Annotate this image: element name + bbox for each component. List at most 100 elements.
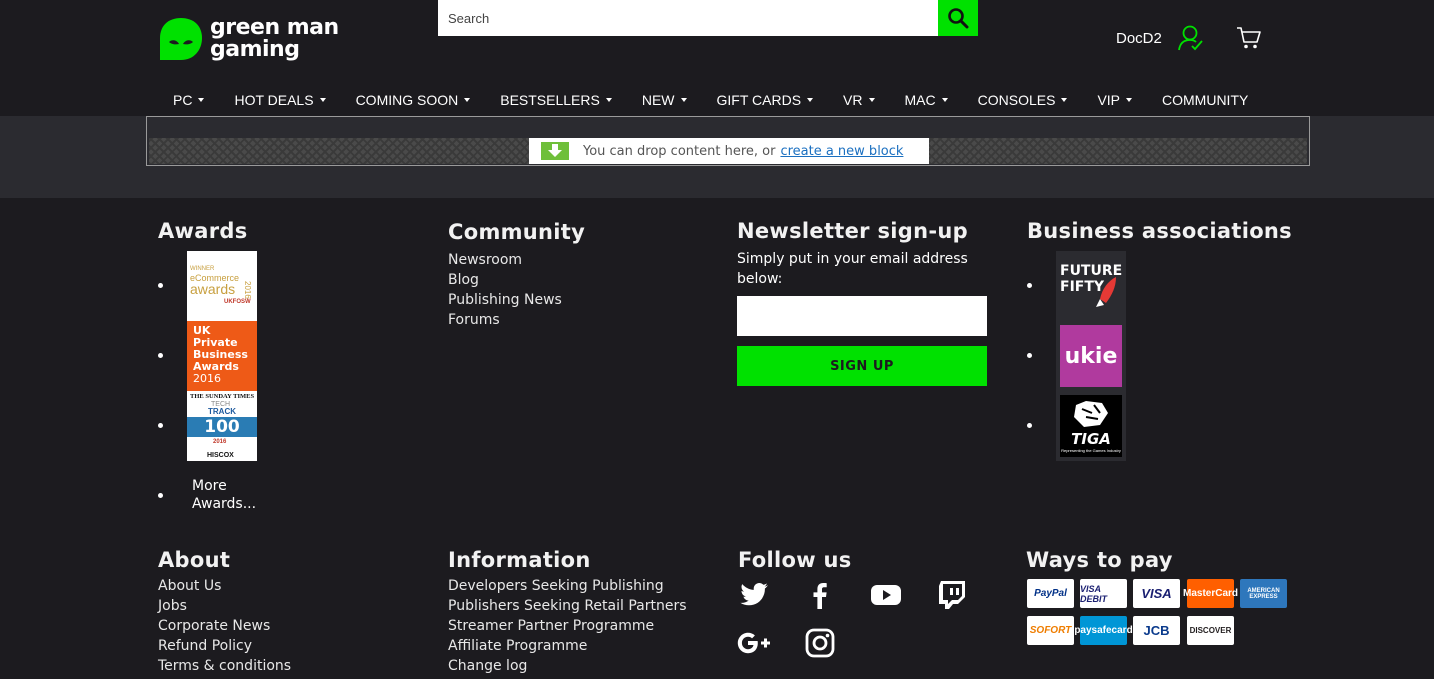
list-bullet bbox=[1027, 353, 1032, 358]
nav-item-pc[interactable]: PC bbox=[158, 92, 219, 108]
content-region: You can drop content here, or create a n… bbox=[0, 116, 1434, 198]
caret-down-icon bbox=[1061, 98, 1068, 102]
search-button[interactable] bbox=[938, 0, 978, 36]
newsletter-section: Newsletter sign-up Simply put in your em… bbox=[737, 219, 987, 289]
nav-item-new[interactable]: NEW bbox=[627, 92, 702, 108]
payment-mastercard: MasterCard bbox=[1183, 579, 1238, 608]
list-bullet bbox=[1027, 283, 1032, 288]
twitter-icon[interactable] bbox=[737, 578, 771, 612]
google-plus-icon[interactable] bbox=[737, 626, 771, 660]
information-title: Information bbox=[448, 548, 591, 572]
tech-track-100-badge[interactable]: THE SUNDAY TIMES TECH TRACK 100 2016 HIS… bbox=[187, 391, 257, 461]
cart-button[interactable] bbox=[1236, 26, 1262, 55]
footer-link[interactable]: Terms & conditions bbox=[158, 656, 291, 676]
logo[interactable]: green man gaming bbox=[158, 16, 339, 62]
caret-down-icon bbox=[464, 98, 471, 102]
payment-visa-debit: VISA DEBIT bbox=[1080, 579, 1127, 608]
logo-line-1: green man bbox=[210, 15, 339, 40]
badge-text: awards bbox=[190, 281, 236, 297]
footer-link[interactable]: Affiliate Programme bbox=[448, 636, 687, 656]
business-section: Business associations bbox=[1027, 219, 1292, 243]
nav-item-coming-soon[interactable]: COMING SOON bbox=[341, 92, 486, 108]
footer-link[interactable]: Jobs bbox=[158, 596, 291, 616]
future-fifty-logo[interactable]: FUTURE FIFTY bbox=[1056, 251, 1126, 321]
user-menu[interactable]: DocD2 bbox=[1116, 24, 1204, 52]
footer-link[interactable]: Newsroom bbox=[448, 250, 585, 270]
list-bullet bbox=[158, 283, 163, 288]
caret-down-icon bbox=[868, 98, 875, 102]
caret-down-icon bbox=[941, 98, 948, 102]
business-title: Business associations bbox=[1027, 219, 1292, 243]
nav-item-vip[interactable]: VIP bbox=[1082, 92, 1147, 108]
nav-item-label: COMING SOON bbox=[355, 92, 459, 108]
badge-text: TRACK bbox=[208, 407, 236, 416]
about-title: About bbox=[158, 548, 231, 572]
search-input[interactable] bbox=[438, 0, 938, 36]
caret-down-icon bbox=[1126, 98, 1133, 102]
newsletter-email-input[interactable] bbox=[737, 296, 987, 336]
facebook-icon[interactable] bbox=[803, 578, 837, 612]
footer-link[interactable]: Change log bbox=[448, 656, 687, 676]
community-title: Community bbox=[448, 220, 586, 244]
about-links: About Us Jobs Corporate News Refund Policy T… bbox=[158, 576, 291, 676]
footer-link[interactable]: Forums bbox=[448, 310, 585, 330]
footer-link[interactable]: Corporate News bbox=[158, 616, 291, 636]
drop-zone-message: You can drop content here, or create a n… bbox=[529, 138, 929, 164]
nav-item-label: NEW bbox=[641, 92, 675, 108]
ukie-logo[interactable]: ukie bbox=[1060, 325, 1122, 387]
community-links: Newsroom Blog Publishing News Forums bbox=[448, 250, 585, 330]
more-awards-text: Awards... bbox=[192, 496, 257, 512]
caret-down-icon bbox=[198, 98, 205, 102]
footer-link[interactable]: About Us bbox=[158, 576, 291, 596]
user-icon[interactable] bbox=[1177, 24, 1204, 52]
footer-link[interactable]: Refund Policy bbox=[158, 636, 291, 656]
nav-item-label: HOT DEALS bbox=[234, 92, 314, 108]
cart-icon bbox=[1237, 27, 1261, 49]
uk-private-business-awards-badge[interactable]: UK Private Business Awards 2016 bbox=[187, 321, 257, 391]
payment-paypal: PayPal bbox=[1027, 579, 1074, 608]
more-awards-link[interactable]: More Awards... bbox=[192, 477, 256, 513]
instagram-icon[interactable] bbox=[803, 626, 837, 660]
caret-down-icon bbox=[807, 98, 814, 102]
nav-item-bestsellers[interactable]: BESTSELLERS bbox=[485, 92, 627, 108]
footer-link[interactable]: Streamer Partner Programme bbox=[448, 616, 687, 636]
footer-link[interactable]: Developers Seeking Publishing bbox=[448, 576, 687, 596]
caret-down-icon bbox=[319, 98, 326, 102]
tiger-icon bbox=[1074, 401, 1108, 427]
payment-discover: DISCOVER bbox=[1187, 616, 1234, 645]
logo-icon bbox=[160, 18, 202, 60]
awards-section: Awards bbox=[158, 219, 248, 243]
payment-visa: VISA bbox=[1133, 579, 1180, 608]
search-icon bbox=[948, 8, 969, 29]
community-section: Community Newsroom Blog Publishing News For… bbox=[448, 220, 585, 330]
nav-item-label: VR bbox=[843, 92, 863, 108]
nav-item-consoles[interactable]: CONSOLES bbox=[963, 92, 1083, 108]
caret-down-icon bbox=[605, 98, 612, 102]
more-awards-text: More bbox=[192, 478, 227, 494]
drop-zone[interactable]: You can drop content here, or create a n… bbox=[146, 116, 1310, 166]
information-section: Information Developers Seeking Publishin… bbox=[448, 548, 687, 676]
youtube-icon[interactable] bbox=[869, 578, 903, 612]
badge-text: UKFOSW bbox=[224, 299, 251, 305]
footer-link[interactable]: Publishing News bbox=[448, 290, 585, 310]
ecommerce-awards-badge[interactable]: WINNER eCommerce awards UKFOSW 2016 bbox=[187, 251, 257, 321]
footer-link[interactable]: Blog bbox=[448, 270, 585, 290]
nav-item-community[interactable]: COMMUNITY bbox=[1147, 92, 1263, 108]
username[interactable]: DocD2 bbox=[1116, 30, 1162, 47]
sign-up-button[interactable]: SIGN UP bbox=[737, 346, 987, 386]
logo-line-2: gaming bbox=[210, 37, 300, 62]
assoc-text: TIGA bbox=[1071, 430, 1111, 448]
pay-section: Ways to pay bbox=[1026, 548, 1173, 572]
nav-item-mac[interactable]: MAC bbox=[890, 92, 963, 108]
nav-item-hot-deals[interactable]: HOT DEALS bbox=[219, 92, 340, 108]
follow-section: Follow us bbox=[738, 548, 852, 572]
nav-item-label: MAC bbox=[904, 92, 936, 108]
nav-item-vr[interactable]: VR bbox=[828, 92, 889, 108]
tiga-logo[interactable]: TIGA Representing the Games Industry bbox=[1060, 395, 1122, 457]
twitch-icon[interactable] bbox=[935, 578, 969, 612]
assoc-text: Representing the Games Industry bbox=[1061, 448, 1121, 453]
nav-item-gift-cards[interactable]: GIFT CARDS bbox=[702, 92, 829, 108]
create-block-link[interactable]: create a new block bbox=[780, 144, 903, 159]
payment-american-express: AMERICAN EXPRESS bbox=[1240, 579, 1287, 608]
footer-link[interactable]: Publishers Seeking Retail Partners bbox=[448, 596, 687, 616]
